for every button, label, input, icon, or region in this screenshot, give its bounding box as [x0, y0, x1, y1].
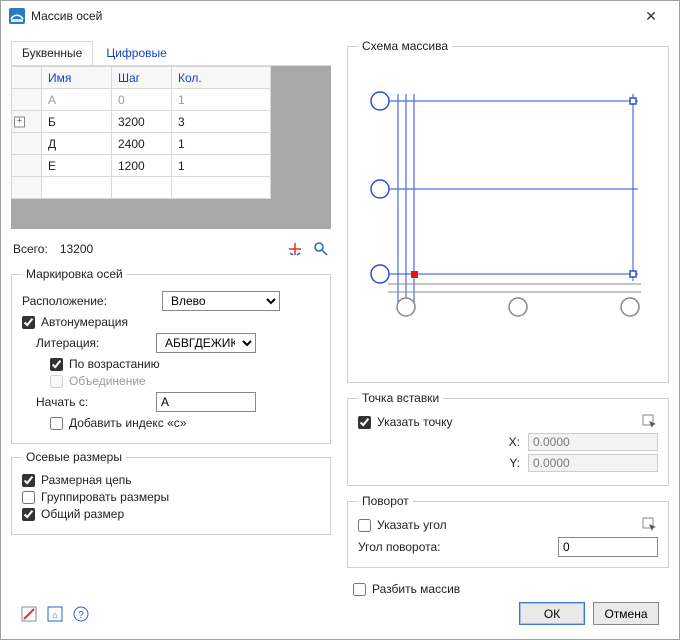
- ascending-checkbox[interactable]: [50, 358, 63, 371]
- svg-text:?: ?: [78, 610, 84, 621]
- ok-button[interactable]: ОК: [519, 602, 585, 625]
- svg-text:⌂: ⌂: [52, 610, 57, 620]
- pick-angle-icon[interactable]: [642, 517, 658, 533]
- table-row[interactable]: Д 2400 1: [12, 133, 271, 155]
- x-value: [528, 433, 658, 451]
- marking-group: Маркировка осей Расположение: Влево Авто…: [11, 267, 331, 444]
- split-array-checkbox[interactable]: [353, 583, 366, 596]
- start-label: Начать с:: [36, 395, 156, 409]
- column-header-name[interactable]: Имя: [42, 67, 112, 89]
- titlebar: Массив осей ✕: [1, 1, 679, 31]
- overall-checkbox[interactable]: [22, 508, 35, 521]
- column-header-step[interactable]: Шаг: [112, 67, 172, 89]
- add-index-checkbox[interactable]: [50, 417, 63, 430]
- table-row[interactable]: А 0 1: [12, 89, 271, 111]
- tab-digit[interactable]: Цифровые: [95, 41, 177, 65]
- pick-angle-label: Указать угол: [377, 518, 447, 532]
- column-header-expand: [12, 67, 42, 89]
- footer-icon-1[interactable]: [21, 606, 37, 622]
- axis-grid[interactable]: Имя Шаг Кол. А 0 1 + Б: [11, 66, 271, 199]
- rotation-legend: Поворот: [358, 494, 413, 508]
- y-label: Y:: [504, 456, 520, 470]
- rotation-group: Поворот Указать угол Угол поворота:: [347, 494, 669, 568]
- marking-legend: Маркировка осей: [22, 267, 127, 281]
- lettering-label: Литерация:: [36, 336, 156, 350]
- axis-type-tabs: Буквенные Цифровые: [11, 41, 331, 66]
- ascending-label: По возрастанию: [69, 357, 160, 371]
- group-dims-checkbox[interactable]: [22, 491, 35, 504]
- scheme-legend: Схема массива: [358, 39, 452, 53]
- table-row[interactable]: + Б 3200 3: [12, 111, 271, 133]
- insert-point-legend: Точка вставки: [358, 391, 443, 405]
- window-title: Массив осей: [31, 9, 102, 23]
- axes-settings-icon[interactable]: [313, 241, 329, 257]
- group-dims-label: Группировать размеры: [41, 490, 169, 504]
- pick-point-checkbox[interactable]: [358, 416, 371, 429]
- overall-label: Общий размер: [41, 507, 124, 521]
- pick-angle-checkbox[interactable]: [358, 519, 371, 532]
- footer-icon-2[interactable]: ⌂: [47, 606, 63, 622]
- merge-label: Объединение: [69, 374, 146, 388]
- help-icon[interactable]: ?: [73, 606, 89, 622]
- app-icon: [9, 8, 25, 24]
- cancel-button[interactable]: Отмена: [593, 602, 659, 625]
- split-array-label: Разбить массив: [372, 582, 460, 596]
- tab-letter[interactable]: Буквенные: [11, 41, 93, 65]
- location-select[interactable]: Влево: [162, 291, 280, 311]
- add-index-label: Добавить индекс «с»: [69, 416, 186, 430]
- autonum-checkbox[interactable]: [22, 316, 35, 329]
- angle-label: Угол поворота:: [358, 540, 440, 554]
- chain-checkbox[interactable]: [22, 474, 35, 487]
- start-input[interactable]: [156, 392, 256, 412]
- insert-point-group: Точка вставки Указать точку X: Y:: [347, 391, 669, 486]
- axes-view-icon[interactable]: [287, 241, 303, 257]
- angle-input[interactable]: [558, 537, 658, 557]
- dims-legend: Осевые размеры: [22, 450, 126, 464]
- scheme-group: Схема массива: [347, 39, 669, 383]
- autonum-label: Автонумерация: [41, 315, 128, 329]
- axis-grid-container: Имя Шаг Кол. А 0 1 + Б: [11, 66, 331, 229]
- dialog-window: Массив осей ✕ Буквенные Цифровые Имя Шаг: [0, 0, 680, 640]
- lettering-select[interactable]: АБВГДЕЖИК: [156, 333, 256, 353]
- x-label: X:: [504, 435, 520, 449]
- table-row-empty[interactable]: [12, 177, 271, 199]
- merge-checkbox: [50, 375, 63, 388]
- expand-row-icon[interactable]: +: [14, 116, 25, 127]
- pick-point-label: Указать точку: [377, 415, 453, 429]
- insertion-point-marker: [411, 271, 418, 278]
- location-label: Расположение:: [22, 294, 162, 308]
- total-label: Всего:: [13, 242, 48, 256]
- dims-group: Осевые размеры Размерная цепь Группирова…: [11, 450, 331, 535]
- chain-label: Размерная цепь: [41, 473, 132, 487]
- total-value: 13200: [60, 242, 93, 256]
- column-header-count[interactable]: Кол.: [172, 67, 271, 89]
- table-row[interactable]: Е 1200 1: [12, 155, 271, 177]
- y-value: [528, 454, 658, 472]
- close-button[interactable]: ✕: [631, 2, 671, 31]
- scheme-preview[interactable]: [358, 59, 658, 319]
- pick-point-icon[interactable]: [642, 414, 658, 430]
